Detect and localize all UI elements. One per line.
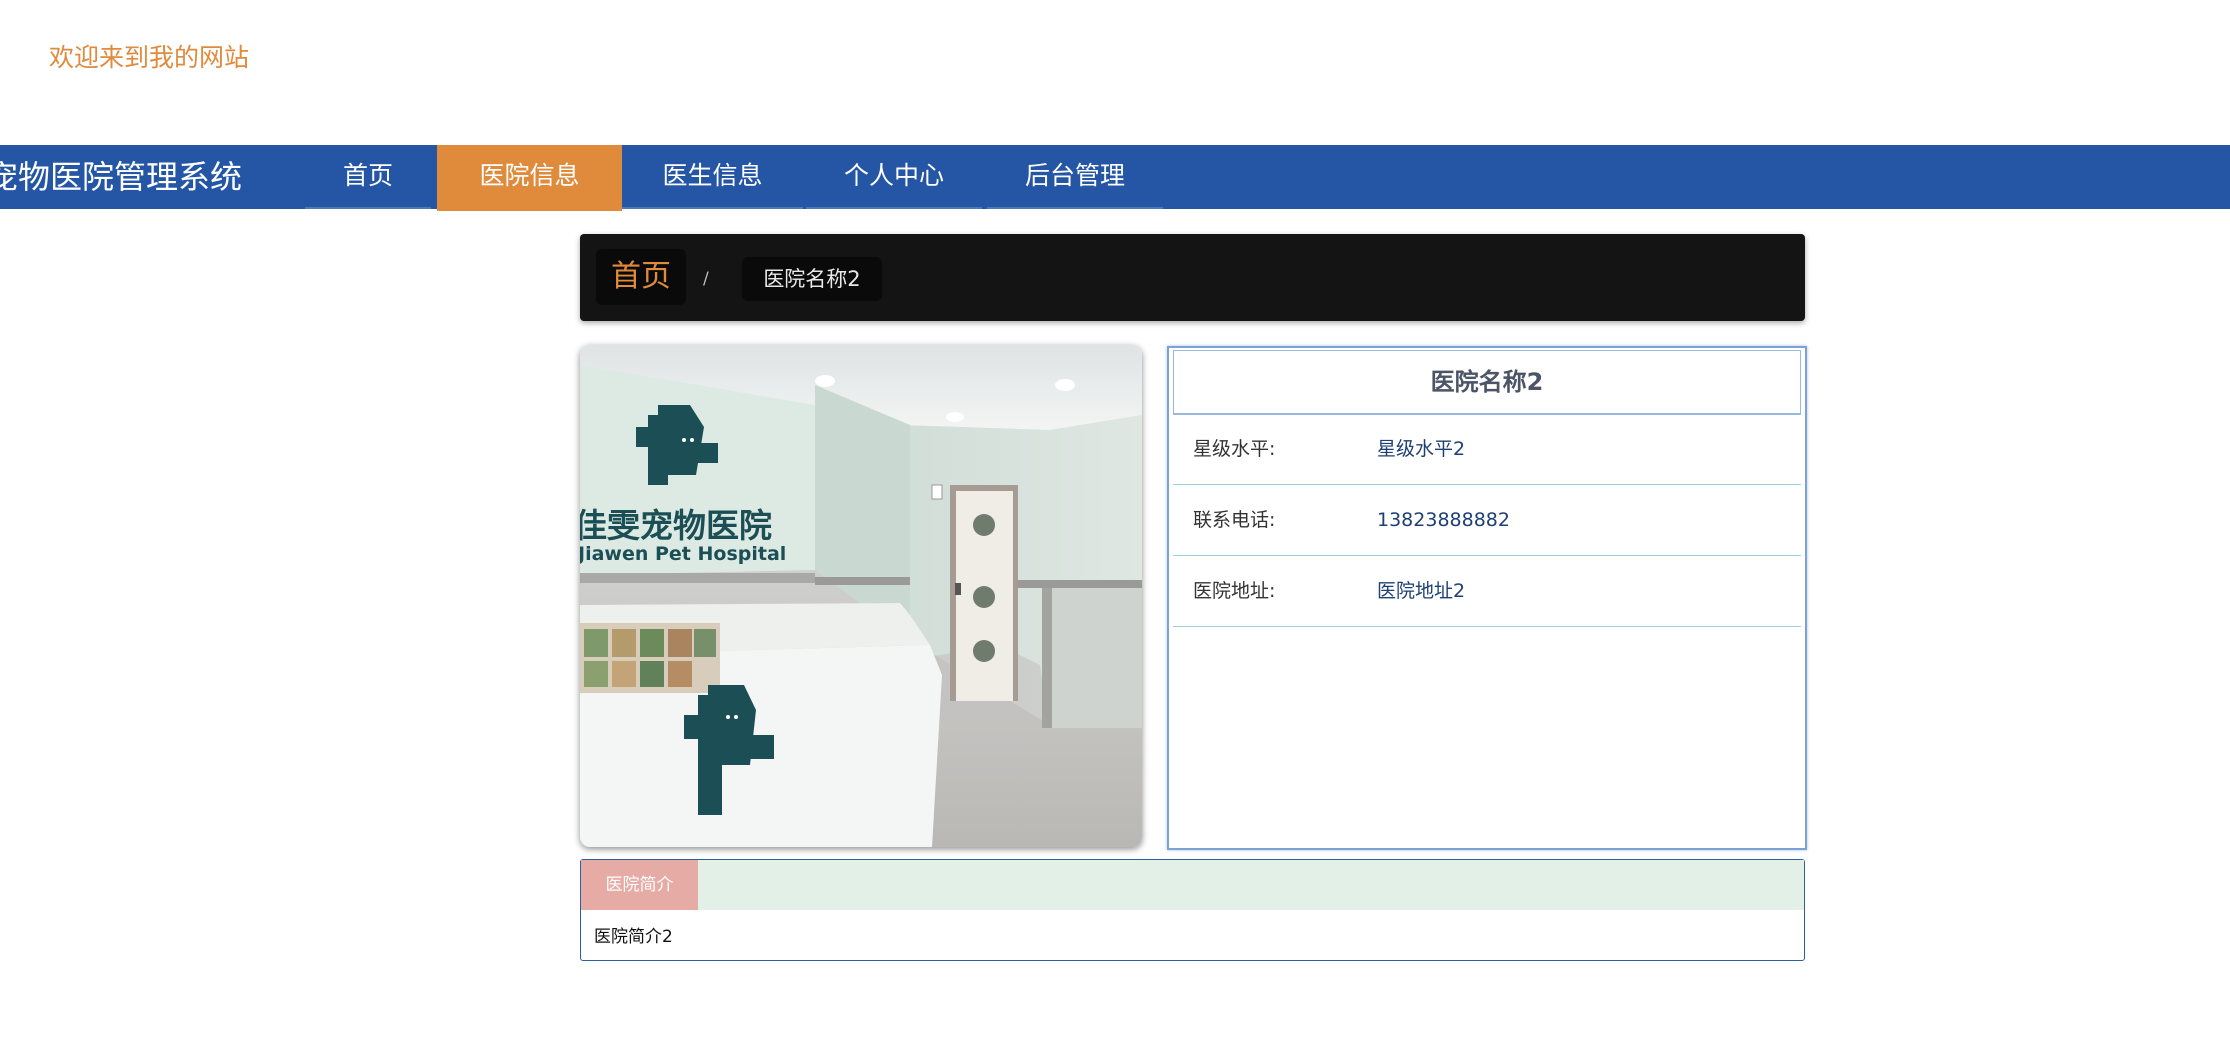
breadcrumb-separator: / <box>703 269 709 289</box>
main-navbar: 宠物医院管理系统 首页 医院信息 医生信息 个人中心 后台管理 <box>0 145 2230 211</box>
breadcrumb-current: 医院名称2 <box>742 257 882 301</box>
nav-item-doctor-info[interactable]: 医生信息 <box>622 145 803 209</box>
detail-label: 联系电话: <box>1193 509 1276 531</box>
nav-item-hospital-info[interactable]: 医院信息 <box>437 145 622 211</box>
nav-item-admin[interactable]: 后台管理 <box>987 145 1163 209</box>
welcome-text: 欢迎来到我的网站 <box>49 43 250 72</box>
breadcrumb: 首页 / 医院名称2 <box>580 234 1805 321</box>
detail-row-address: 医院地址: 医院地址2 <box>1173 556 1801 627</box>
hospital-name-title: 医院名称2 <box>1173 350 1801 415</box>
detail-label: 医院地址: <box>1193 580 1276 602</box>
intro-content: 医院简介2 <box>594 927 673 947</box>
site-brand[interactable]: 宠物医院管理系统 <box>0 145 242 209</box>
nav-item-personal-center[interactable]: 个人中心 <box>806 145 982 209</box>
detail-value: 星级水平2 <box>1377 438 1466 460</box>
breadcrumb-home-link[interactable]: 首页 <box>596 249 686 305</box>
sign-english: Jiawen Pet Hospital <box>580 543 786 565</box>
detail-value: 13823888882 <box>1377 509 1510 531</box>
detail-row-star-level: 星级水平: 星级水平2 <box>1173 414 1801 485</box>
sign-chinese: 佳雯宠物医院 <box>580 506 772 545</box>
detail-value: 医院地址2 <box>1377 580 1466 602</box>
nav-item-home[interactable]: 首页 <box>305 145 431 209</box>
detail-label: 星级水平: <box>1193 438 1276 460</box>
intro-tab-bar: 医院简介 <box>581 860 1804 910</box>
hospital-intro-section: 医院简介 医院简介2 <box>580 859 1805 961</box>
tab-hospital-intro[interactable]: 医院简介 <box>581 860 698 910</box>
hospital-photo: 佳雯宠物医院 Jiawen Pet Hospital <box>580 345 1142 847</box>
hospital-detail-panel: 医院名称2 星级水平: 星级水平2 联系电话: 13823888882 医院地址… <box>1167 346 1807 850</box>
detail-row-phone: 联系电话: 13823888882 <box>1173 485 1801 556</box>
